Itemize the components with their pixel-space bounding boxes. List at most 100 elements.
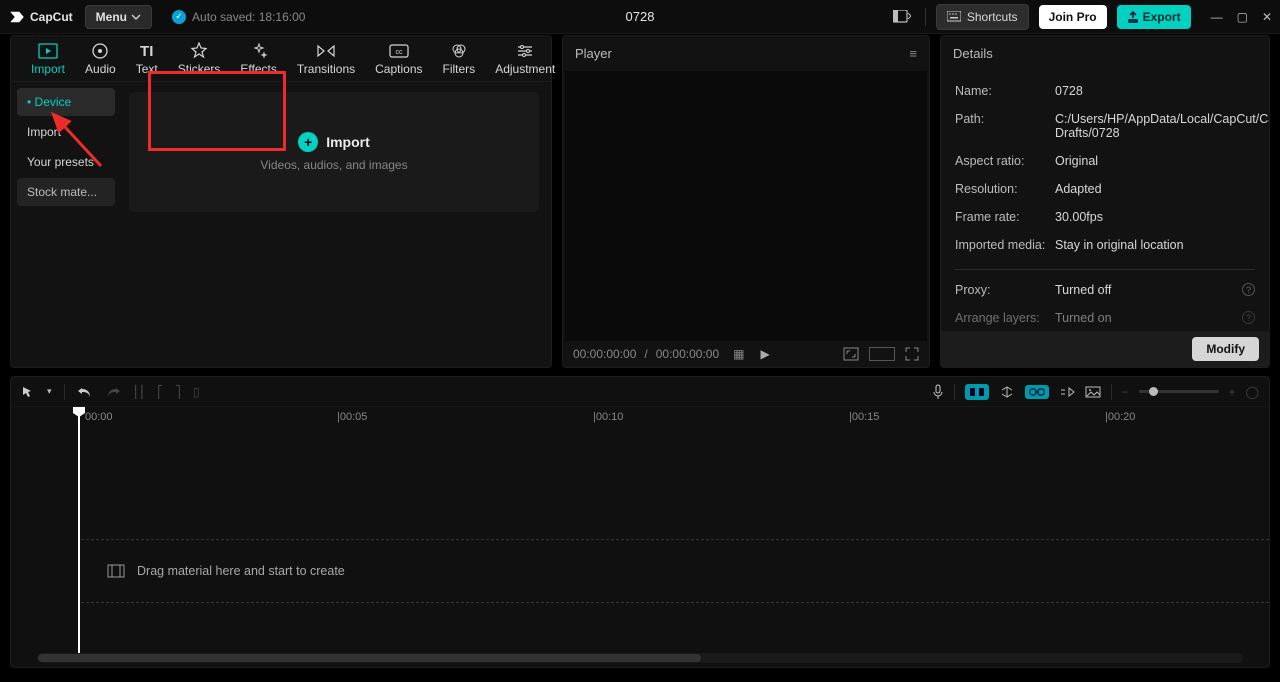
detail-framerate-value: 30.00fps: [1055, 210, 1103, 224]
ruler-mark: |00:05: [337, 411, 367, 423]
pointer-tool[interactable]: [21, 385, 35, 399]
check-icon: ✓: [172, 10, 186, 24]
menu-button[interactable]: Menu: [85, 5, 152, 29]
detail-name-label: Name:: [955, 84, 1055, 98]
tab-adjustment[interactable]: Adjustment: [485, 42, 565, 76]
capcut-logo-icon: [8, 8, 26, 26]
import-title: Import: [326, 134, 370, 150]
ruler-mark: |00:15: [849, 411, 879, 423]
tab-import[interactable]: Import: [21, 42, 75, 76]
join-pro-button[interactable]: Join Pro: [1039, 5, 1107, 29]
divider: [925, 8, 926, 26]
detail-arrange-label: Arrange layers:: [955, 311, 1055, 325]
time-total: 00:00:00:00: [656, 347, 719, 361]
captions-icon: cc: [389, 42, 409, 60]
autosave-indicator: ✓ Auto saved: 18:16:00: [172, 10, 305, 24]
tab-audio[interactable]: Audio: [75, 42, 126, 76]
timeline-dropzone[interactable]: Drag material here and start to create: [81, 539, 1269, 603]
magnet-main-button[interactable]: [965, 384, 989, 400]
menu-label: Menu: [96, 10, 127, 24]
timeline-toolbar: ▾ ⎮⎮ ⎡ ⎤ ▯ − + ◯: [11, 377, 1269, 407]
timeline-tracks[interactable]: Drag material here and start to create: [11, 431, 1269, 653]
project-title: 0728: [626, 9, 655, 24]
pointer-dropdown[interactable]: ▾: [47, 386, 52, 397]
stickers-icon: [190, 42, 208, 60]
app-name: CapCut: [30, 10, 73, 24]
detail-name-value: 0728: [1055, 84, 1083, 98]
mic-button[interactable]: [932, 384, 944, 400]
link-button[interactable]: [1025, 385, 1049, 399]
app-logo: CapCut: [8, 8, 73, 26]
timeline-ruler[interactable]: 00:00 |00:05 |00:10 |00:15 |00:20: [11, 407, 1269, 431]
media-panel: Import Audio TI Text Stickers Effects Tr…: [10, 35, 552, 368]
tab-filters[interactable]: Filters: [433, 42, 486, 76]
zoom-slider[interactable]: [1139, 390, 1219, 393]
shortcuts-button[interactable]: Shortcuts: [936, 4, 1029, 30]
split-tool[interactable]: ⎮⎮: [133, 385, 146, 399]
tab-text[interactable]: TI Text: [126, 42, 168, 76]
zoom-in-button[interactable]: +: [1229, 385, 1236, 399]
adjustment-icon: [516, 42, 534, 60]
trim-left-tool[interactable]: ⎡: [157, 385, 163, 399]
export-label: Export: [1143, 10, 1181, 24]
details-panel: Details Name:0728 Path:C:/Users/HP/AppDa…: [940, 35, 1270, 368]
delete-tool[interactable]: ▯: [193, 385, 200, 399]
ratio-icon[interactable]: [843, 347, 859, 361]
zoom-out-button[interactable]: −: [1122, 385, 1129, 399]
detail-path-label: Path:: [955, 112, 1055, 140]
export-button[interactable]: Export: [1117, 5, 1191, 29]
modify-button[interactable]: Modify: [1192, 337, 1259, 361]
details-title: Details: [953, 46, 993, 61]
player-panel: Player ≡ 00:00:00:00 / 00:00:00:00 ▦ ▶: [562, 35, 930, 368]
import-subtitle: Videos, audios, and images: [260, 158, 407, 172]
timeline-scrollbar[interactable]: [37, 653, 1243, 663]
detail-imported-label: Imported media:: [955, 238, 1055, 252]
main-tabs: Import Audio TI Text Stickers Effects Tr…: [11, 36, 551, 82]
snap-button[interactable]: [999, 385, 1015, 399]
ratio-box[interactable]: [869, 347, 895, 361]
detail-path-value: C:/Users/HP/AppData/Local/CapCut/CapCut …: [1055, 112, 1269, 140]
svg-text:cc: cc: [395, 49, 403, 56]
fullscreen-icon[interactable]: [905, 347, 919, 361]
player-canvas[interactable]: [565, 71, 927, 341]
zoom-fit-button[interactable]: ◯: [1246, 385, 1259, 399]
time-current: 00:00:00:00: [573, 347, 636, 361]
titlebar: CapCut Menu ✓ Auto saved: 18:16:00 0728 …: [0, 0, 1280, 34]
undo-button[interactable]: [77, 385, 93, 399]
redo-button[interactable]: [105, 385, 121, 399]
film-icon: [107, 564, 125, 578]
effects-icon: [250, 42, 268, 60]
close-button[interactable]: ✕: [1262, 10, 1272, 24]
layout-button[interactable]: [889, 6, 915, 28]
info-icon[interactable]: ?: [1242, 283, 1255, 296]
text-icon: TI: [140, 42, 153, 60]
preview-button[interactable]: [1059, 386, 1075, 398]
play-button[interactable]: ▶: [761, 347, 770, 361]
minimize-button[interactable]: —: [1211, 10, 1223, 24]
sidebar-item-import[interactable]: Import: [17, 118, 115, 146]
cover-button[interactable]: [1085, 386, 1101, 398]
tab-transitions[interactable]: Transitions: [287, 42, 365, 76]
detail-proxy-value: Turned off: [1055, 283, 1111, 297]
tab-effects[interactable]: Effects: [230, 42, 286, 76]
sidebar-item-device[interactable]: Device: [17, 88, 115, 116]
trim-right-tool[interactable]: ⎤: [175, 385, 181, 399]
tab-stickers[interactable]: Stickers: [168, 42, 231, 76]
sidebar-item-stock[interactable]: Stock mate...: [17, 178, 115, 206]
sidebar-item-presets[interactable]: Your presets: [17, 148, 115, 176]
ruler-mark: |00:20: [1105, 411, 1135, 423]
maximize-button[interactable]: ▢: [1237, 10, 1248, 24]
audio-icon: [91, 42, 109, 60]
info-icon[interactable]: ?: [1242, 311, 1255, 324]
export-icon: [1127, 11, 1139, 23]
ruler-mark: |00:10: [593, 411, 623, 423]
import-dropzone[interactable]: + Import Videos, audios, and images: [129, 92, 539, 212]
shortcuts-label: Shortcuts: [967, 10, 1018, 24]
timeline-panel: ▾ ⎮⎮ ⎡ ⎤ ▯ − + ◯ 00:00 |00:05 |00:10 |00…: [10, 376, 1270, 668]
player-menu-icon[interactable]: ≡: [909, 46, 917, 61]
tab-captions[interactable]: cc Captions: [365, 42, 432, 76]
player-controls: 00:00:00:00 / 00:00:00:00 ▦ ▶: [563, 341, 929, 367]
transitions-icon: [316, 42, 336, 60]
detail-proxy-label: Proxy:: [955, 283, 1055, 297]
list-icon[interactable]: ▦: [733, 347, 744, 361]
